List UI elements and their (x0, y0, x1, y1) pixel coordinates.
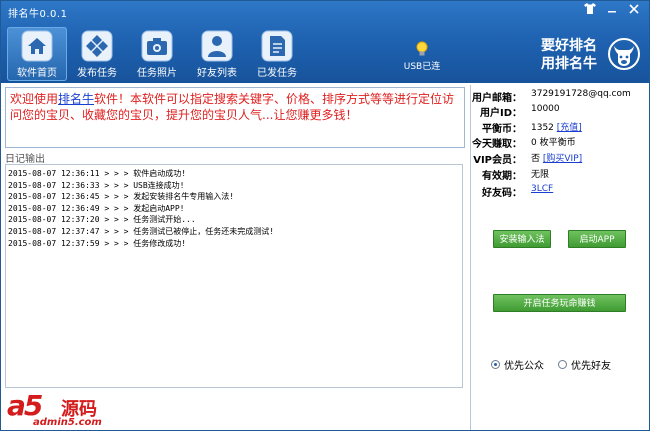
usb-label: USB已连 (403, 62, 441, 72)
friend-code-value[interactable]: 3LCF (531, 184, 553, 194)
log-line: 2015-08-07 12:36:33 > > > USB连接成功! (8, 180, 185, 190)
today-label: 今天赚取： (472, 139, 522, 150)
header-bar: 排名牛0.0.1 软件首页 发布任务 任务照片 好友列表 已发任务 USB已连 … (1, 1, 649, 83)
close-icon[interactable] (625, 3, 643, 19)
minimize-icon[interactable] (603, 3, 621, 19)
watermark-url: admin5.com (33, 417, 102, 428)
info-friend-code: 好友码： 3LCF (471, 184, 649, 200)
valid-label: 有效期： (482, 171, 522, 182)
coin-value-wrap: 1352 [充值] (531, 120, 582, 133)
slogan: 要好排名 用排名牛 (541, 37, 597, 73)
nav-item-task-photos[interactable]: 任务照片 (127, 27, 187, 81)
watermark-logo: a5 源码 admin5.com (7, 389, 147, 429)
radio-priority-public[interactable]: 优先公众 (491, 357, 544, 372)
log-line: 2015-08-07 12:37:47 > > > 任务测试已被停止，任务还未完… (8, 226, 275, 236)
home-icon (21, 30, 53, 62)
info-uid: 用户ID： 10000 (471, 104, 649, 120)
nav-item-home[interactable]: 软件首页 (7, 27, 67, 81)
priority-radio-group: 优先公众 优先好友 (491, 357, 611, 372)
log-line: 2015-08-07 12:37:59 > > > 任务修改成功! (8, 238, 187, 248)
nav-label: 好友列表 (197, 68, 237, 79)
info-vip: VIP会员： 否 [购买VIP] (471, 151, 649, 167)
radio-label: 优先公众 (504, 361, 544, 372)
brand-link[interactable]: 排名牛 (58, 92, 94, 106)
app-title: 排名牛0.0.1 (8, 9, 68, 20)
coin-label: 平衡币： (482, 124, 522, 135)
app-window: 排名牛0.0.1 软件首页 发布任务 任务照片 好友列表 已发任务 USB已连 … (0, 0, 650, 431)
vip-value: 否 (531, 154, 541, 164)
main-nav: 软件首页 发布任务 任务照片 好友列表 已发任务 (7, 27, 307, 81)
valid-value: 无限 (531, 170, 550, 180)
nav-item-sent-tasks[interactable]: 已发任务 (247, 27, 307, 81)
start-task-button[interactable]: 开启任务玩命赚钱 (493, 294, 626, 312)
radio-dot (558, 360, 567, 369)
radio-dot-selected (491, 360, 500, 369)
buy-vip-link[interactable]: [购买VIP] (543, 154, 582, 164)
lightbulb-icon (416, 41, 428, 56)
document-icon (261, 30, 293, 62)
nav-label: 发布任务 (77, 68, 117, 79)
bull-logo-icon (608, 38, 640, 70)
camera-icon (141, 30, 173, 62)
log-line: 2015-08-07 12:36:49 > > > 发起启动APP! (8, 203, 185, 213)
nav-label: 任务照片 (137, 68, 177, 79)
vip-label: VIP会员： (473, 155, 522, 166)
person-icon (201, 30, 233, 62)
uid-value: 10000 (531, 104, 560, 114)
shirt-icon[interactable] (581, 3, 599, 19)
info-email: 用户邮箱： 3729191728@qq.com (471, 89, 649, 105)
info-today: 今天赚取： 0 枚平衡币 (471, 135, 649, 151)
log-output[interactable]: 2015-08-07 12:36:11 > > > 软件启动成功! 2015-0… (5, 164, 463, 388)
info-coin: 平衡币： 1352 [充值] (471, 120, 649, 136)
email-label: 用户邮箱： (472, 93, 522, 104)
account-panel: 用户邮箱： 3729191728@qq.com 用户ID： 10000 平衡币：… (470, 85, 649, 430)
nav-item-publish-task[interactable]: 发布任务 (67, 27, 127, 81)
nav-label: 已发任务 (257, 68, 297, 79)
log-line: 2015-08-07 12:36:11 > > > 软件启动成功! (8, 169, 187, 178)
usb-status: USB已连 (399, 41, 445, 72)
radio-label: 优先好友 (571, 361, 611, 372)
window-controls (581, 3, 643, 19)
radio-priority-friends[interactable]: 优先好友 (558, 357, 611, 372)
nav-label: 软件首页 (17, 68, 57, 79)
title-bar[interactable]: 排名牛0.0.1 (1, 1, 649, 23)
welcome-prefix: 欢迎使用 (10, 92, 59, 106)
info-valid: 有效期： 无限 (471, 167, 649, 183)
coin-value: 1352 (531, 123, 554, 133)
nav-item-friend-list[interactable]: 好友列表 (187, 27, 247, 81)
recharge-link[interactable]: [充值] (557, 123, 582, 133)
slogan-line1: 要好排名 (541, 38, 597, 54)
log-line: 2015-08-07 12:37:20 > > > 任务测试开始... (8, 215, 196, 225)
vip-value-wrap: 否 [购买VIP] (531, 151, 582, 164)
slogan-line2: 用排名牛 (541, 56, 597, 72)
launch-app-button[interactable]: 启动APP (568, 230, 626, 248)
diamond-grid-icon (81, 30, 113, 62)
today-value: 0 枚平衡币 (531, 138, 576, 148)
uid-label: 用户ID： (479, 108, 522, 119)
email-value: 3729191728@qq.com (531, 89, 631, 99)
friend-code-label: 好友码： (482, 188, 522, 199)
log-line: 2015-08-07 12:36:45 > > > 发起安装排名牛专用输入法! (8, 192, 235, 202)
log-title: 日记输出 (5, 154, 45, 165)
welcome-banner: 欢迎使用排名牛软件！本软件可以指定搜索关键字、价格、排序方式等等进行定位访问您的… (5, 87, 465, 148)
install-ime-button[interactable]: 安装输入法 (493, 230, 551, 248)
